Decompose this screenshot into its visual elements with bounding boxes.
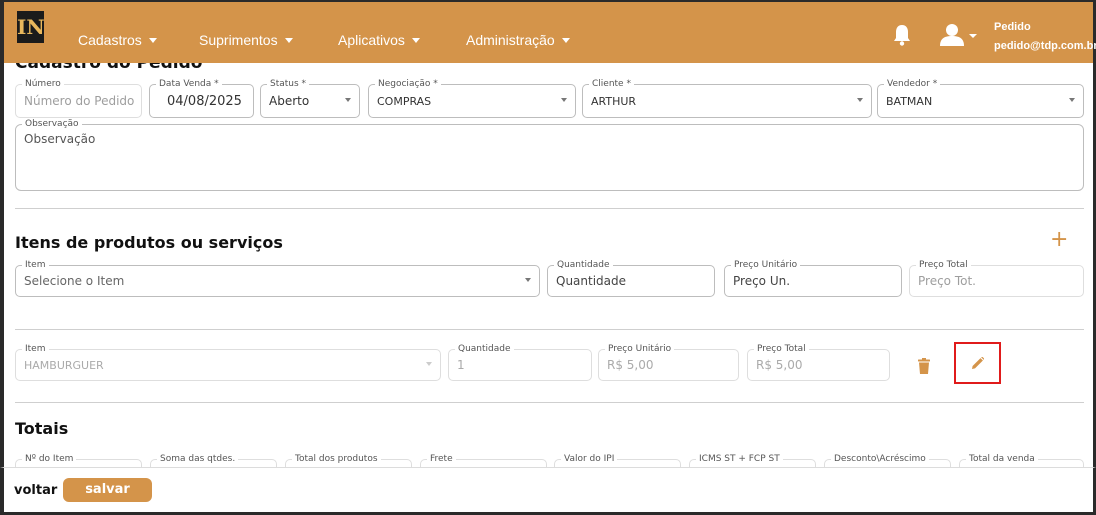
- observacao-textarea[interactable]: Observação Observação: [15, 119, 1084, 191]
- new-total-price-placeholder: Preço Tot.: [918, 274, 976, 288]
- top-navbar: IN Cadastros Suprimentos Aplicativos Adm…: [0, 0, 1096, 63]
- vendedor-value: BATMAN: [886, 95, 933, 108]
- field-label: Soma das qtdes.: [157, 454, 239, 465]
- field-label: Data Venda *: [156, 79, 222, 90]
- new-total-price-input[interactable]: Preço Total Preço Tot.: [909, 260, 1084, 297]
- dropdown-arrow-icon: [1069, 98, 1075, 102]
- field-label: Negociação *: [375, 79, 441, 90]
- dropdown-arrow-icon: [525, 278, 531, 282]
- negociacao-select[interactable]: Negociação * COMPRAS: [368, 79, 576, 118]
- field-label: Cliente *: [589, 79, 634, 90]
- field-label: ICMS ST + FCP ST: [696, 454, 783, 465]
- negociacao-value: COMPRAS: [377, 95, 432, 108]
- numero-field[interactable]: Número Número do Pedido: [15, 79, 142, 118]
- pencil-icon: [972, 357, 984, 369]
- item-row-quantity-input[interactable]: Quantidade 1: [448, 344, 592, 381]
- edit-item-button[interactable]: [954, 342, 1001, 384]
- section-divider: [15, 329, 1084, 330]
- field-label: Preço Unitário: [731, 260, 801, 271]
- field-label: Quantidade: [455, 344, 514, 355]
- new-item-placeholder: Selecione o Item: [24, 274, 125, 288]
- item-row-item-select[interactable]: Item HAMBURGUER: [15, 344, 441, 381]
- observacao-placeholder: Observação: [24, 132, 96, 146]
- totals-section-title: Totais: [15, 419, 69, 438]
- page-title: Cadastro do Pedido: [15, 63, 203, 73]
- field-label: Preço Unitário: [605, 344, 675, 355]
- menu-label: Aplicativos: [338, 32, 405, 48]
- new-unit-price-input[interactable]: Preço Unitário Preço Un.: [724, 260, 902, 297]
- trash-icon[interactable]: [917, 358, 931, 374]
- menu-label: Administração: [466, 32, 555, 48]
- field-label: Nº do Item: [22, 454, 77, 465]
- data-venda-field[interactable]: Data Venda * 04/08/2025: [149, 79, 254, 118]
- add-item-icon[interactable]: +: [1050, 229, 1068, 251]
- item-row-unit-price-input[interactable]: Preço Unitário R$ 5,00: [598, 344, 739, 381]
- item-row-total-price-input[interactable]: Preço Total R$ 5,00: [747, 344, 890, 381]
- item-row-item-value: HAMBURGUER: [24, 359, 104, 372]
- order-form: Cadastro do Pedido Número Número do Pedi…: [0, 63, 1096, 515]
- field-label: Quantidade: [554, 260, 613, 271]
- field-label: Observação: [22, 119, 82, 130]
- data-venda-value: 04/08/2025: [167, 94, 242, 109]
- chevron-down-icon: [411, 37, 420, 43]
- field-label: Status *: [267, 79, 310, 90]
- numero-placeholder: Número do Pedido: [24, 94, 135, 108]
- chevron-down-icon: [148, 37, 157, 43]
- new-unit-price-placeholder: Preço Un.: [733, 274, 791, 288]
- field-label: Frete: [427, 454, 456, 465]
- status-select[interactable]: Status * Aberto: [260, 79, 360, 118]
- menu-aplicativos[interactable]: Aplicativos: [338, 32, 420, 48]
- vendedor-select[interactable]: Vendedor * BATMAN: [877, 79, 1084, 118]
- chevron-down-icon: [561, 37, 570, 43]
- bell-icon[interactable]: [893, 24, 911, 46]
- dropdown-arrow-icon: [426, 362, 432, 366]
- menu-administracao[interactable]: Administração: [466, 32, 570, 48]
- user-name: Pedido: [994, 21, 1031, 33]
- menu-cadastros[interactable]: Cadastros: [78, 32, 157, 48]
- field-label: Número: [22, 79, 64, 90]
- new-quantity-placeholder: Quantidade: [556, 274, 627, 288]
- new-quantity-input[interactable]: Quantidade Quantidade: [547, 260, 715, 297]
- dropdown-arrow-icon: [561, 98, 567, 102]
- user-icon: [940, 24, 977, 46]
- status-value: Aberto: [269, 94, 310, 108]
- new-item-select[interactable]: Item Selecione o Item: [15, 260, 540, 297]
- field-label: Vendedor *: [884, 79, 941, 90]
- field-label: Total da venda: [966, 454, 1038, 465]
- chevron-down-icon: [284, 37, 293, 43]
- item-row-quantity-value: 1: [457, 358, 465, 372]
- dropdown-arrow-icon: [345, 98, 351, 102]
- menu-label: Suprimentos: [199, 32, 278, 48]
- items-section-title: Itens de produtos ou serviços: [15, 233, 283, 252]
- field-label: Item: [22, 260, 49, 271]
- back-link[interactable]: voltar: [14, 483, 57, 498]
- form-actions-bar: voltar salvar: [0, 467, 1096, 515]
- user-email: pedido@tdp.com.br: [994, 40, 1096, 52]
- field-label: Valor do IPI: [561, 454, 618, 465]
- field-label: Total dos produtos: [292, 454, 381, 465]
- cliente-select[interactable]: Cliente * ARTHUR: [582, 79, 872, 118]
- cliente-value: ARTHUR: [591, 95, 637, 108]
- save-button[interactable]: salvar: [63, 478, 152, 502]
- field-label: Preço Total: [916, 260, 971, 271]
- item-row-unit-price-value: R$ 5,00: [607, 358, 654, 372]
- section-divider: [15, 402, 1084, 403]
- field-label: Item: [22, 344, 49, 355]
- section-divider: [15, 208, 1084, 209]
- field-label: Preço Total: [754, 344, 809, 355]
- menu-suprimentos[interactable]: Suprimentos: [199, 32, 293, 48]
- dropdown-arrow-icon: [857, 98, 863, 102]
- brand-logo[interactable]: IN: [17, 11, 45, 43]
- item-row-total-price-value: R$ 5,00: [756, 358, 803, 372]
- field-label: Desconto\Acréscimo: [831, 454, 929, 465]
- menu-label: Cadastros: [78, 32, 142, 48]
- user-menu[interactable]: [940, 24, 978, 46]
